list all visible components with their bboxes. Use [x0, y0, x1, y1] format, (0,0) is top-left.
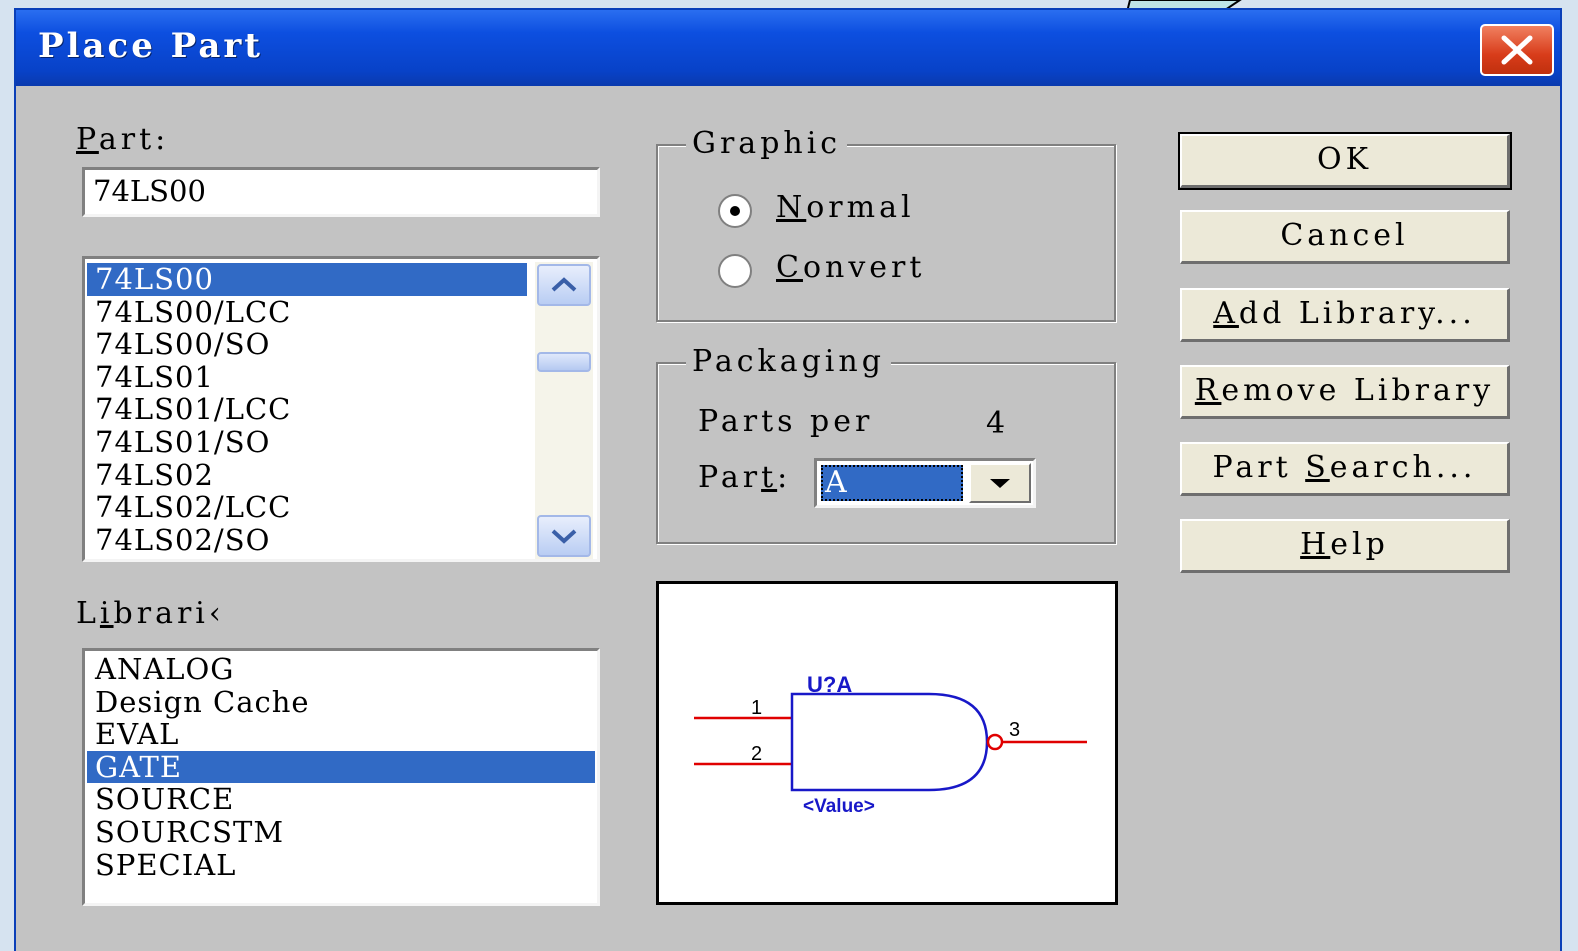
part-list-item[interactable]: 74LS02/LCC [87, 491, 527, 524]
part-list-item[interactable]: 74LS01 [87, 361, 527, 394]
dropdown-button[interactable] [969, 463, 1031, 503]
part-unit-value: A [821, 465, 963, 501]
part-label: Part: [76, 122, 170, 157]
ok-button[interactable]: OK [1178, 132, 1512, 190]
help-button[interactable]: Help [1180, 519, 1510, 573]
packaging-group-title: Packaging [686, 344, 891, 379]
parts-scrollbar[interactable] [535, 262, 593, 559]
place-part-dialog: Place Part Part: 74LS00 74LS00 74LS00/LCC… [14, 8, 1562, 951]
dropdown-arrow-icon [990, 479, 1010, 488]
library-list-item[interactable]: SOURCSTM [87, 816, 595, 849]
parts-list: 74LS00 74LS00/LCC 74LS00/SO 74LS01 74LS01/LC… [87, 263, 527, 556]
dialog-title: Place Part [38, 26, 263, 66]
nand-gate-body [790, 692, 989, 792]
close-button[interactable] [1480, 24, 1554, 76]
library-list-item[interactable]: EVAL [87, 718, 595, 751]
library-list-item[interactable]: Design Cache [87, 685, 595, 719]
part-list-item[interactable]: 74LS01/LCC [87, 393, 527, 426]
part-unit-label: Part: [698, 460, 792, 495]
ref-designator: U?A [807, 672, 852, 697]
part-preview: U?A <Value> 1 2 3 [656, 581, 1118, 905]
graphic-group-title: Graphic [686, 126, 848, 161]
pin-2-number: 2 [751, 743, 762, 765]
normal-radio[interactable] [718, 194, 752, 228]
convert-radio[interactable] [718, 254, 752, 288]
cancel-button[interactable]: Cancel [1180, 210, 1510, 264]
part-list-item[interactable]: 74LS02/SO [87, 524, 527, 557]
convert-label[interactable]: Convert [776, 250, 925, 285]
libraries-list: ANALOG Design Cache EVAL GATE SOURCE SOURCSTM… [87, 653, 595, 881]
gate-symbol: U?A <Value> 1 2 3 [694, 672, 1087, 817]
chevron-up-icon [551, 277, 577, 292]
remove-library-button[interactable]: Remove Library [1180, 365, 1510, 419]
part-list-item[interactable]: 74LS02 [87, 458, 527, 492]
part-search-button[interactable]: Part Search... [1180, 442, 1510, 496]
part-list-item[interactable]: 74LS00/SO [87, 328, 527, 361]
part-list-item[interactable]: 74LS00 [87, 263, 527, 296]
libraries-label: Librari‹ [76, 596, 225, 631]
normal-label[interactable]: Normal [776, 190, 915, 225]
scroll-down-button[interactable] [537, 515, 591, 557]
part-unit-select[interactable]: A [814, 458, 1036, 508]
packaging-group: Packaging Parts per 4 Part: [656, 344, 1116, 544]
library-list-item[interactable]: SOURCE [87, 783, 595, 816]
parts-per-label: Parts per [698, 404, 874, 439]
part-list-item[interactable]: 74LS00/LCC [87, 295, 527, 329]
part-input[interactable]: 74LS00 [82, 167, 600, 217]
parts-listbox[interactable]: 74LS00 74LS00/LCC 74LS00/SO 74LS01 74LS01/LC… [82, 256, 600, 562]
value-label: <Value> [803, 796, 875, 817]
pin-1-number: 1 [751, 697, 762, 719]
title-bar[interactable]: Place Part [16, 10, 1560, 86]
chevron-down-icon [551, 529, 577, 544]
library-list-item[interactable]: ANALOG [87, 653, 595, 686]
scroll-up-button[interactable] [537, 264, 591, 306]
inverter-bubble [986, 733, 1004, 751]
add-library-button[interactable]: Add Library... [1180, 288, 1510, 342]
close-icon [1501, 35, 1533, 65]
library-list-item[interactable]: GATE [87, 751, 595, 784]
libraries-listbox[interactable]: ANALOG Design Cache EVAL GATE SOURCE SOURCSTM… [82, 648, 600, 906]
part-list-item[interactable]: 74LS01/SO [87, 426, 527, 459]
parts-per-value: 4 [986, 406, 1010, 441]
scroll-thumb[interactable] [537, 352, 591, 372]
pin-3-number: 3 [1009, 719, 1020, 741]
graphic-group: Graphic Normal Convert [656, 126, 1116, 322]
library-list-item[interactable]: SPECIAL [87, 848, 595, 882]
